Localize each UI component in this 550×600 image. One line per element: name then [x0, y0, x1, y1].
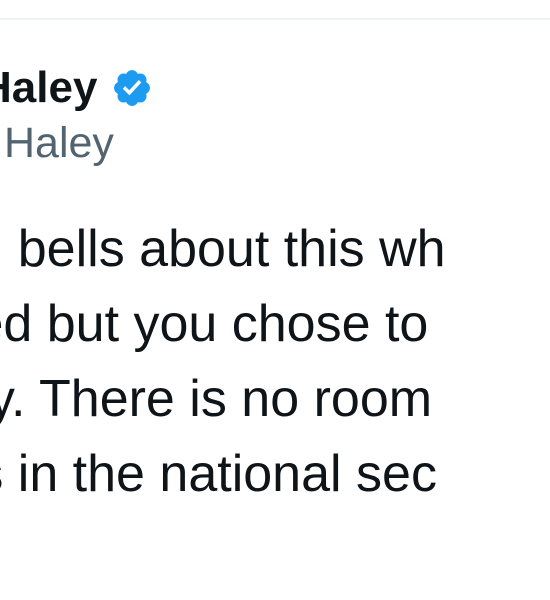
tweet-card: Haley Haley m bells about this wh ted bu… — [0, 0, 550, 600]
verified-badge-icon — [114, 70, 151, 106]
tweet-text-line: ted but you chose to — [0, 295, 429, 353]
tweet-text-line: m bells about this wh — [0, 220, 446, 278]
author-handle[interactable]: Haley — [0, 122, 153, 165]
tweet-text: m bells about this wh ted but you chose … — [0, 212, 550, 512]
tweet-text-line: rs in the national sec — [0, 445, 437, 503]
tweet-author[interactable]: Haley Haley — [0, 60, 153, 165]
divider — [0, 18, 550, 20]
author-name-row: Haley — [0, 60, 153, 116]
author-display-name[interactable]: Haley — [0, 66, 97, 110]
tweet-text-line: ay. There is no room — [0, 370, 433, 428]
